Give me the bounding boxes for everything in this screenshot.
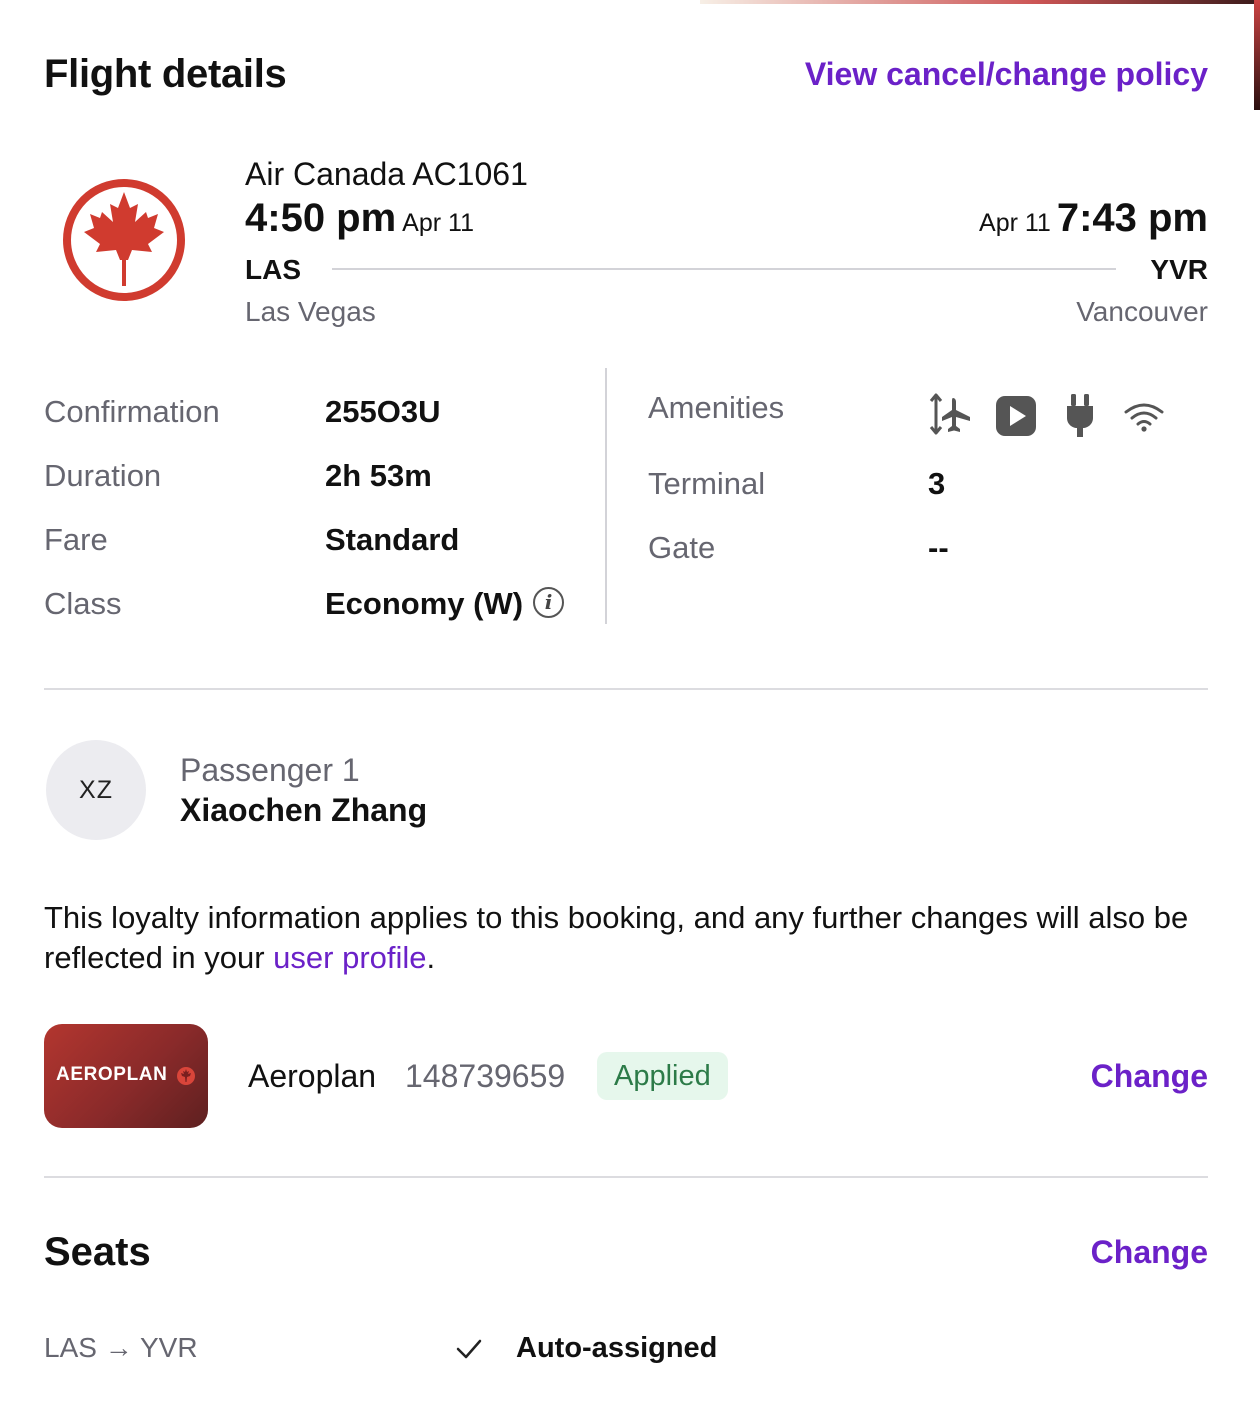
change-loyalty-button[interactable]: Change: [1091, 1058, 1208, 1095]
passenger-label: Passenger 1: [180, 752, 360, 788]
info-icon[interactable]: i: [533, 587, 565, 619]
seat-segment: LAS → YVR: [44, 1332, 198, 1363]
loyalty-program-name: Aeroplan: [248, 1058, 377, 1094]
avatar: XZ: [46, 740, 146, 840]
background-strip-top: [700, 0, 1260, 4]
amenities-label: Amenities: [648, 390, 785, 425]
divider: [44, 1176, 1208, 1178]
checkmark-icon: [456, 1339, 482, 1359]
view-cancel-change-policy-link[interactable]: View cancel/change policy: [805, 56, 1208, 93]
origin-city: Las Vegas: [245, 296, 376, 327]
flight-details-panel: Flight details View cancel/change policy…: [0, 0, 1260, 1416]
duration-value: 2h 53m: [325, 458, 432, 493]
change-seats-button[interactable]: Change: [1091, 1234, 1208, 1271]
confirmation-value: 255O3U: [325, 394, 441, 429]
class-label: Class: [44, 586, 122, 621]
duration-label: Duration: [44, 458, 162, 493]
confirmation-label: Confirmation: [44, 394, 220, 429]
divider: [44, 688, 1208, 690]
departure-time: 4:50 pm: [245, 196, 397, 240]
arrival-time: 7:43 pm: [1056, 196, 1208, 240]
destination-airport-code: YVR: [1150, 254, 1208, 285]
air-canada-logo-icon: [63, 179, 185, 301]
column-divider: [605, 368, 607, 624]
aeroplan-logo-text: AEROPLAN: [56, 1064, 168, 1085]
terminal-label: Terminal: [648, 466, 766, 501]
terminal-value: 3: [928, 466, 946, 501]
departure-date: Apr 11: [402, 209, 474, 237]
maple-leaf-icon: [177, 1067, 195, 1085]
loyalty-info-text-end: .: [426, 940, 436, 975]
user-profile-link[interactable]: user profile: [273, 940, 426, 975]
arrival-date: Apr 11: [979, 209, 1051, 237]
seat-status: Auto-assigned: [516, 1332, 718, 1364]
gate-value: --: [928, 530, 949, 565]
destination-city: Vancouver: [1076, 296, 1208, 327]
fare-label: Fare: [44, 522, 108, 557]
seats-title: Seats: [44, 1230, 151, 1274]
passenger-name: Xiaochen Zhang: [180, 792, 428, 828]
power-plug-icon: [1067, 394, 1093, 437]
class-value-block: Economy (W) i: [325, 586, 565, 622]
seat-recline-icon: [929, 393, 970, 435]
loyalty-number: 148739659: [405, 1058, 566, 1094]
loyalty-info-text: This loyalty information applies to this…: [44, 898, 1214, 978]
arrival-time-block: Apr 11 7:43 pm: [979, 196, 1208, 241]
origin-airport-code: LAS: [245, 254, 301, 285]
wifi-icon: [1124, 403, 1164, 432]
gate-label: Gate: [648, 530, 716, 565]
airline-flight-number: Air Canada AC1061: [245, 156, 528, 192]
route-line: [332, 268, 1116, 270]
fare-value: Standard: [325, 522, 460, 557]
page-title: Flight details: [44, 52, 287, 96]
background-strip-right: [1254, 0, 1260, 110]
loyalty-info-text-main: This loyalty information applies to this…: [44, 900, 1189, 975]
status-badge: Applied: [597, 1052, 728, 1100]
aeroplan-card-logo: AEROPLAN: [44, 1024, 208, 1128]
class-value: Economy (W): [325, 586, 524, 621]
video-play-icon: [996, 396, 1036, 436]
departure-time-block: 4:50 pm Apr 11: [245, 196, 474, 241]
